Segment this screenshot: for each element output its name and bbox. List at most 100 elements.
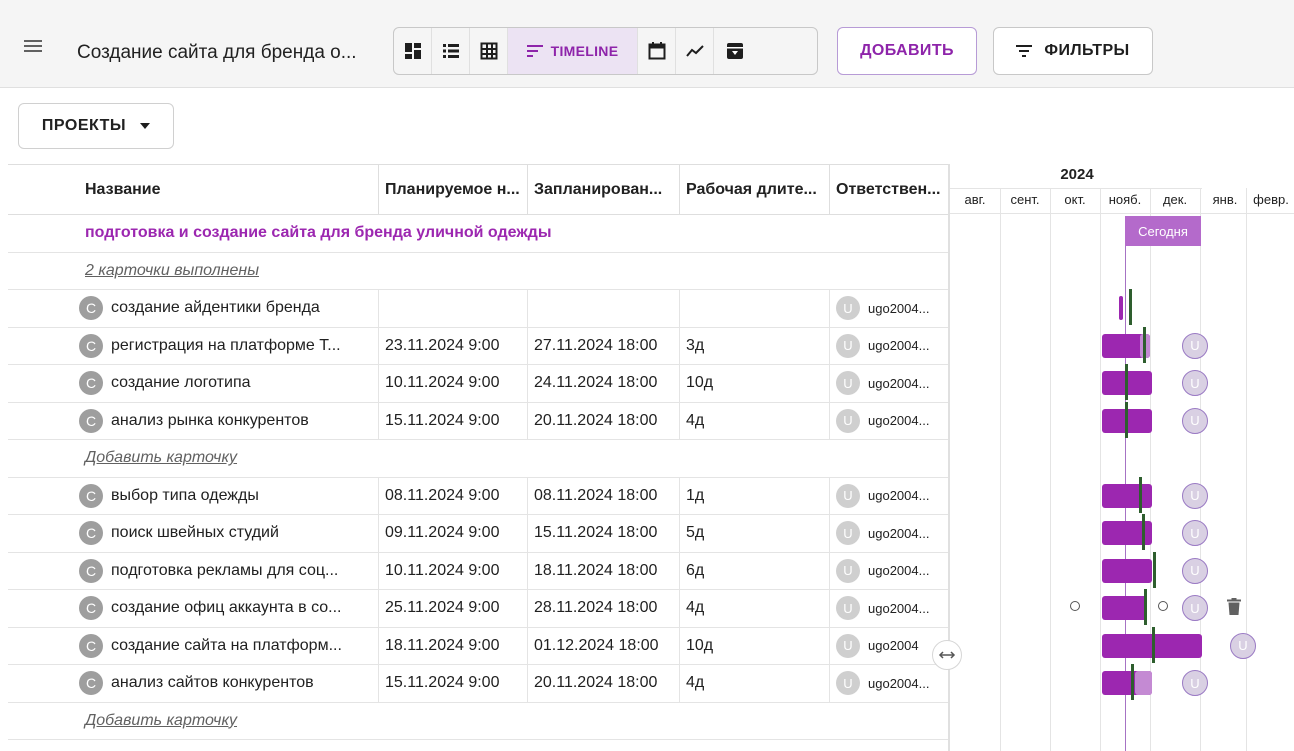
timeline-bar[interactable]: [1102, 558, 1152, 583]
start-cell[interactable]: 15.11.2024 9:00: [378, 665, 527, 702]
timeline-user-avatar[interactable]: U: [1230, 632, 1256, 659]
task-name-cell[interactable]: Cанализ рынка конкурентов: [8, 403, 378, 440]
timeline-user-avatar[interactable]: U: [1182, 670, 1208, 696]
resize-handle[interactable]: [932, 640, 962, 670]
duration-cell[interactable]: 10д: [679, 627, 829, 664]
responsible-cell[interactable]: Uugo2004...: [829, 365, 948, 402]
header-scheduled[interactable]: Запланирован...: [527, 165, 679, 214]
task-name-cell[interactable]: Cсоздание айдентики бренда: [8, 290, 378, 327]
view-chart-button[interactable]: [676, 28, 714, 74]
task-name[interactable]: поиск швейных студий: [111, 524, 279, 542]
trash-icon[interactable]: [1227, 598, 1241, 615]
start-cell[interactable]: 23.11.2024 9:00: [378, 327, 527, 364]
timeline-user-avatar[interactable]: U: [1182, 557, 1208, 584]
timeline-bar[interactable]: [1119, 296, 1123, 320]
task-name-cell[interactable]: Cрегистрация на платформе Т...: [8, 328, 378, 365]
task-name[interactable]: подготовка рекламы для соц...: [111, 562, 338, 580]
view-timeline-button[interactable]: TIMELINE: [508, 28, 638, 74]
timeline-user-avatar[interactable]: U: [1182, 595, 1208, 621]
table-row[interactable]: Cвыбор типа одежды 08.11.2024 9:00 08.11.2…: [8, 477, 948, 515]
table-row[interactable]: Cанализ рынка конкурентов 15.11.2024 9:00…: [8, 402, 948, 440]
task-name-cell[interactable]: Cпоиск швейных студий: [8, 515, 378, 552]
add-card-link[interactable]: Добавить карточку: [8, 440, 948, 477]
end-cell[interactable]: 28.11.2024 18:00: [527, 590, 679, 627]
task-name[interactable]: создание логотипа: [111, 374, 251, 392]
filters-button[interactable]: ФИЛЬТРЫ: [993, 27, 1153, 75]
table-row[interactable]: Cсоздание логотипа 10.11.2024 9:00 24.11.2…: [8, 365, 948, 403]
duration-cell[interactable]: 4д: [679, 590, 829, 627]
table-row[interactable]: Cрегистрация на платформе Т... 23.11.2024…: [8, 327, 948, 365]
view-dashboard-button[interactable]: [394, 28, 432, 74]
table-row[interactable]: Cсоздание айдентики бренда Uugo2004...: [8, 290, 948, 328]
end-cell[interactable]: 27.11.2024 18:00: [527, 327, 679, 364]
task-name-cell[interactable]: Cанализ сайтов конкурентов: [8, 665, 378, 702]
duration-cell[interactable]: 3д: [679, 327, 829, 364]
header-name[interactable]: Название: [8, 165, 378, 214]
timeline-user-avatar[interactable]: U: [1182, 332, 1208, 359]
duration-cell[interactable]: 1д: [679, 477, 829, 514]
header-duration[interactable]: Рабочая длите...: [679, 165, 829, 214]
header-planned-start[interactable]: Планируемое н...: [378, 165, 527, 214]
task-name-cell[interactable]: Cподготовка рекламы для соц...: [8, 553, 378, 590]
timeline-user-avatar[interactable]: U: [1182, 520, 1208, 546]
table-row[interactable]: Cанализ сайтов конкурентов 15.11.2024 9:0…: [8, 665, 948, 703]
responsible-cell[interactable]: Uugo2004...: [829, 665, 948, 702]
start-cell[interactable]: 25.11.2024 9:00: [378, 590, 527, 627]
timeline-user-avatar[interactable]: U: [1182, 407, 1208, 434]
table-row[interactable]: Cподготовка рекламы для соц... 10.11.2024…: [8, 552, 948, 590]
responsible-cell[interactable]: Uugo2004...: [829, 552, 948, 589]
task-name-cell[interactable]: Cсоздание логотипа: [8, 365, 378, 402]
start-cell[interactable]: [378, 290, 527, 327]
end-cell[interactable]: 15.11.2024 18:00: [527, 515, 679, 552]
task-name[interactable]: создание офиц аккаунта в со...: [111, 599, 342, 617]
start-cell[interactable]: 10.11.2024 9:00: [378, 365, 527, 402]
timeline-bar[interactable]: [1102, 596, 1147, 620]
duration-cell[interactable]: 10д: [679, 365, 829, 402]
responsible-cell[interactable]: Uugo2004...: [829, 402, 948, 439]
timeline-bar[interactable]: [1102, 483, 1152, 508]
responsible-cell[interactable]: Uugo2004...: [829, 477, 948, 514]
task-name-cell[interactable]: Cсоздание сайта на платформ...: [8, 628, 378, 665]
view-table-button[interactable]: [470, 28, 508, 74]
duration-cell[interactable]: [679, 290, 829, 327]
responsible-cell[interactable]: Uugo2004...: [829, 290, 948, 327]
end-cell[interactable]: 20.11.2024 18:00: [527, 402, 679, 439]
start-cell[interactable]: 09.11.2024 9:00: [378, 515, 527, 552]
duration-cell[interactable]: 4д: [679, 402, 829, 439]
menu-icon[interactable]: [24, 40, 42, 52]
projects-dropdown[interactable]: ПРОЕКТЫ: [18, 103, 174, 149]
dependency-dot-left[interactable]: [1070, 601, 1080, 611]
start-cell[interactable]: 10.11.2024 9:00: [378, 552, 527, 589]
start-cell[interactable]: 15.11.2024 9:00: [378, 402, 527, 439]
task-name[interactable]: создание айдентики бренда: [111, 299, 320, 317]
task-name[interactable]: анализ рынка конкурентов: [111, 412, 309, 430]
end-cell[interactable]: 20.11.2024 18:00: [527, 665, 679, 702]
table-row[interactable]: Cсоздание офиц аккаунта в со... 25.11.202…: [8, 590, 948, 628]
task-name[interactable]: выбор типа одежды: [111, 487, 259, 505]
start-cell[interactable]: 18.11.2024 9:00: [378, 627, 527, 664]
task-name-cell[interactable]: Cвыбор типа одежды: [8, 478, 378, 515]
view-calendar-button[interactable]: [638, 28, 676, 74]
responsible-cell[interactable]: Uugo2004...: [829, 515, 948, 552]
group-row[interactable]: подготовка и создание сайта для бренда у…: [8, 215, 948, 253]
table-row[interactable]: Cпоиск швейных студий 09.11.2024 9:00 15.1…: [8, 515, 948, 553]
start-cell[interactable]: 08.11.2024 9:00: [378, 477, 527, 514]
done-cards-link[interactable]: 2 карточки выполнены: [8, 253, 948, 290]
end-cell[interactable]: 24.11.2024 18:00: [527, 365, 679, 402]
view-archive-button[interactable]: [714, 28, 755, 74]
add-card-link[interactable]: Добавить карточку: [8, 703, 948, 740]
table-row[interactable]: Cсоздание сайта на платформ... 18.11.2024…: [8, 627, 948, 665]
task-name[interactable]: создание сайта на платформ...: [111, 637, 342, 655]
timeline-bar-light[interactable]: [1135, 671, 1152, 695]
duration-cell[interactable]: 6д: [679, 552, 829, 589]
task-name[interactable]: анализ сайтов конкурентов: [111, 674, 314, 692]
end-cell[interactable]: 08.11.2024 18:00: [527, 477, 679, 514]
duration-cell[interactable]: 4д: [679, 665, 829, 702]
task-name[interactable]: регистрация на платформе Т...: [111, 337, 341, 355]
view-list-button[interactable]: [432, 28, 470, 74]
timeline-user-avatar[interactable]: U: [1182, 370, 1208, 396]
end-cell[interactable]: 18.11.2024 18:00: [527, 552, 679, 589]
responsible-cell[interactable]: Uugo2004...: [829, 327, 948, 364]
dependency-dot-right[interactable]: [1158, 601, 1168, 611]
responsible-cell[interactable]: Uugo2004: [829, 627, 948, 664]
